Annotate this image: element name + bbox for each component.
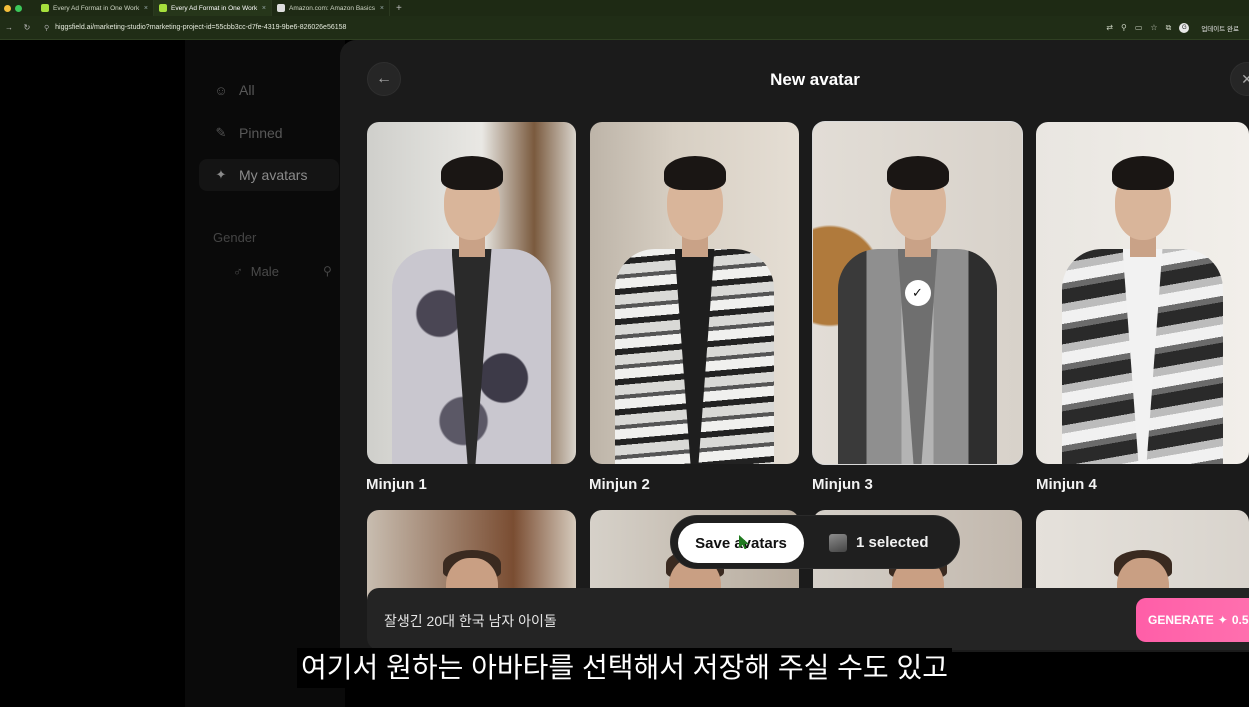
- nav-item-my-avatars[interactable]: ✦ My avatars: [199, 159, 339, 191]
- nav-item-label: All: [239, 82, 255, 98]
- browser-toolbar: → ↻ ⚲ higgsfield.ai/marketing-studio?mar…: [0, 16, 1249, 40]
- prompt-input[interactable]: 잘생긴 20대 한국 남자 아이돌: [367, 588, 1249, 650]
- avatar-card[interactable]: [590, 122, 799, 464]
- tab-title: Amazon.com: Amazon Basics: [289, 4, 375, 12]
- avatar-card-selected[interactable]: ✓: [812, 121, 1023, 465]
- higgsfield-favicon-icon: [41, 4, 49, 12]
- close-tab-icon[interactable]: ×: [144, 5, 148, 12]
- sparkle-icon: ✦: [1217, 613, 1228, 627]
- browser-tab[interactable]: Every Ad Format in One Work ×: [36, 0, 154, 16]
- site-info-icon[interactable]: ⚲: [44, 24, 49, 32]
- selected-count: 1 selected: [856, 534, 929, 551]
- gender-option-male[interactable]: ♂ Male: [233, 264, 279, 279]
- avatar-name: Minjun 2: [589, 476, 650, 493]
- tab-title: Every Ad Format in One Work: [53, 4, 140, 12]
- amazon-favicon-icon: [277, 4, 285, 12]
- toolbar-right: ⇄ ⚲ ▭ ☆ ⧉ G 업데이트 완료: [1106, 21, 1249, 35]
- nav-item-label: Pinned: [239, 125, 283, 141]
- window-controls: [0, 4, 22, 12]
- browser-tab-active[interactable]: Every Ad Format in One Work ×: [154, 0, 272, 16]
- browser-tab-bar: Every Ad Format in One Work × Every Ad F…: [0, 0, 1249, 16]
- nav-item-pinned[interactable]: ✎ Pinned: [213, 125, 283, 141]
- minimize-control[interactable]: [4, 4, 11, 12]
- avatar-photo: [367, 122, 576, 464]
- url-text: higgsfield.ai/marketing-studio?marketing…: [55, 24, 347, 31]
- extensions-icon[interactable]: ⧉: [1166, 23, 1172, 33]
- higgsfield-favicon-icon: [159, 4, 167, 12]
- address-bar[interactable]: ⚲ higgsfield.ai/marketing-studio?marketi…: [44, 24, 1106, 32]
- new-tab-button[interactable]: +: [390, 3, 402, 14]
- avatar-photo: ✓: [813, 122, 1022, 464]
- update-button[interactable]: 업데이트 완료: [1197, 21, 1243, 35]
- video-subtitle: 여기서 원하는 아바타를 선택해서 저장해 주실 수도 있고: [297, 648, 952, 688]
- cast-icon[interactable]: ▭: [1135, 23, 1143, 32]
- close-button[interactable]: ✕: [1230, 62, 1249, 96]
- modal-title: New avatar: [770, 70, 860, 89]
- sparkle-icon: ✦: [215, 167, 227, 182]
- close-tab-icon[interactable]: ×: [262, 5, 266, 12]
- avatar-photo: [590, 122, 799, 464]
- left-navigation: ☺ All ✎ Pinned ✦ My avatars Gender ♂ Mal…: [185, 40, 345, 707]
- person-icon: ☺: [214, 82, 228, 98]
- lightbulb-icon[interactable]: ⚲: [323, 264, 332, 278]
- avatar-photo: [1036, 122, 1249, 464]
- avatar-name: Minjun 1: [366, 476, 427, 493]
- gender-option-label: Male: [250, 264, 279, 279]
- subtitle-container: 여기서 원하는 아바타를 선택해서 저장해 주실 수도 있고: [0, 648, 1249, 688]
- avatar-name: Minjun 3: [812, 476, 873, 493]
- close-tab-icon[interactable]: ×: [380, 5, 384, 12]
- avatar-name: Minjun 4: [1036, 476, 1097, 493]
- prompt-text: 잘생긴 20대 한국 남자 아이돌: [384, 613, 557, 629]
- zoom-icon[interactable]: ⚲: [1121, 23, 1127, 32]
- gender-section-heading: Gender: [213, 230, 257, 245]
- pin-icon: ✎: [215, 125, 227, 140]
- browser-tab[interactable]: Amazon.com: Amazon Basics ×: [272, 0, 390, 16]
- avatar-card[interactable]: [1036, 510, 1249, 600]
- profile-avatar[interactable]: G: [1179, 22, 1190, 33]
- reload-icon[interactable]: ↻: [18, 23, 36, 32]
- tab-title: Every Ad Format in One Work: [171, 4, 258, 12]
- generate-button[interactable]: GENERATE ✦ 0.5: [1136, 598, 1249, 642]
- generate-cost: 0.5: [1231, 613, 1249, 627]
- avatar-card[interactable]: [367, 122, 576, 464]
- bookmark-star-icon[interactable]: ☆: [1150, 23, 1157, 32]
- generate-label: GENERATE: [1148, 613, 1214, 627]
- nav-item-label: My avatars: [239, 167, 308, 183]
- male-icon: ♂: [233, 264, 243, 279]
- close-icon: ✕: [1241, 70, 1249, 87]
- selected-avatar-thumbnail: [829, 534, 847, 552]
- translate-icon[interactable]: ⇄: [1106, 23, 1113, 32]
- forward-icon[interactable]: →: [0, 23, 18, 32]
- check-icon: ✓: [904, 280, 931, 306]
- nav-item-all[interactable]: ☺ All: [213, 82, 255, 98]
- avatar-card[interactable]: [367, 510, 576, 600]
- selection-action-bar: Save avatars 1 selected: [670, 515, 960, 569]
- avatar-card[interactable]: [1036, 122, 1249, 464]
- zoom-control[interactable]: [15, 4, 22, 12]
